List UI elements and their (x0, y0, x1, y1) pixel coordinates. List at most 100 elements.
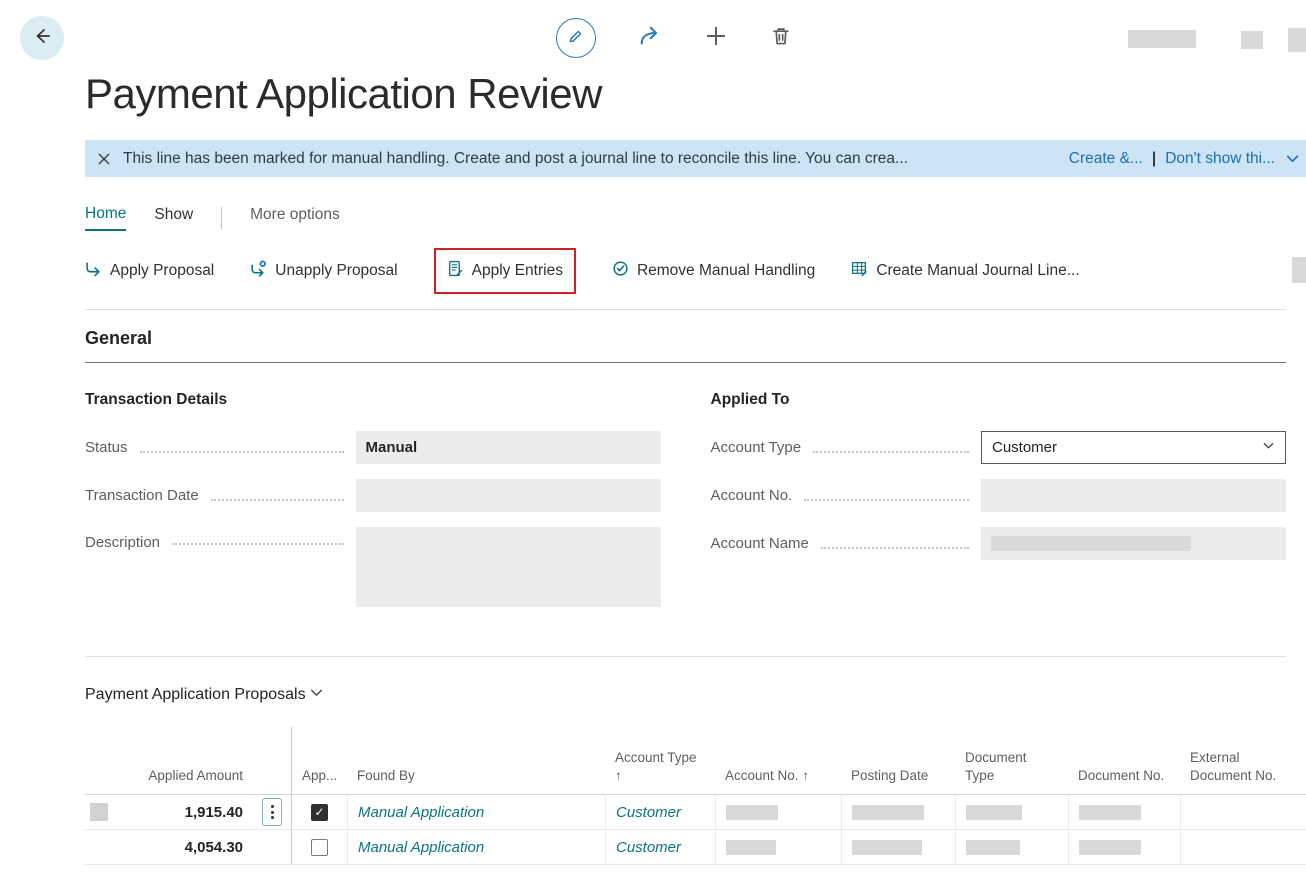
found-by-cell: Manual Application (347, 795, 605, 830)
account-type-link[interactable]: Customer (616, 804, 681, 821)
redacted-block (726, 840, 776, 855)
col-header-select (85, 727, 113, 795)
group-title: Transaction Details (85, 391, 661, 409)
redacted-block (852, 840, 922, 855)
redacted-block (991, 536, 1191, 551)
found-by-cell: Manual Application (347, 830, 605, 865)
transaction-date-field (356, 479, 661, 512)
applied-checkbox-cell (291, 795, 347, 830)
plus-icon (704, 24, 728, 53)
field-label: Status (85, 439, 128, 456)
unapply-proposal-button[interactable]: Unapply Proposal (250, 260, 397, 282)
found-by-link[interactable]: Manual Application (358, 839, 484, 856)
description-field (356, 527, 661, 607)
notification-banner: This line has been marked for manual han… (85, 140, 1306, 177)
dont-show-link[interactable]: Don't show thi... (1165, 150, 1275, 168)
redacted-block (1128, 30, 1196, 48)
col-header-applied[interactable]: App... (291, 727, 347, 795)
group-transaction-details: Transaction Details Status Manual Transa… (85, 391, 661, 622)
arrow-left-icon (32, 26, 52, 51)
create-journal-link[interactable]: Create &... (1069, 150, 1143, 168)
tab-home[interactable]: Home (85, 205, 126, 231)
applied-amount-cell: 1,915.40 (113, 795, 253, 830)
pencil-icon (567, 27, 585, 50)
command-bar (556, 14, 792, 62)
share-button[interactable] (638, 24, 662, 53)
ribbon-tabs: Home Show More options (85, 205, 1306, 231)
external-document-no-cell (1180, 830, 1306, 865)
account-type-link[interactable]: Customer (616, 839, 681, 856)
new-button[interactable] (704, 24, 728, 53)
more-options-button[interactable]: More options (250, 206, 340, 230)
delete-button[interactable] (770, 25, 792, 52)
status-value: Manual (366, 439, 418, 456)
dotted-leader (813, 451, 969, 453)
col-header-document-no[interactable]: Document No. (1068, 727, 1180, 795)
col-header-document-type[interactable]: Document Type (955, 727, 1068, 795)
share-arrow-icon (638, 24, 662, 53)
applied-checkbox[interactable] (311, 804, 328, 821)
redacted-block (852, 805, 924, 820)
col-header-posting-date[interactable]: Posting Date (841, 727, 955, 795)
account-type-value: Customer (992, 439, 1057, 456)
chevron-down-icon[interactable] (1285, 151, 1300, 166)
proposals-part-caption[interactable]: Payment Application Proposals (85, 685, 324, 705)
close-icon[interactable] (97, 152, 111, 166)
field-row-account-name: Account Name (711, 527, 1287, 560)
col-header-menu (253, 727, 291, 795)
account-type-cell: Customer (605, 830, 715, 865)
field-label: Transaction Date (85, 487, 199, 504)
remove-check-icon (612, 260, 629, 282)
chevron-down-icon (309, 685, 324, 705)
col-header-account-no[interactable]: Account No. ↑ (715, 727, 841, 795)
account-type-dropdown[interactable]: Customer (981, 431, 1286, 464)
applied-amount-cell: 4,054.30 (113, 830, 253, 865)
field-row-account-type: Account Type Customer (711, 431, 1287, 464)
col-header-found-by[interactable]: Found By (347, 727, 605, 795)
divider (85, 309, 1286, 310)
notification-message: This line has been marked for manual han… (123, 150, 1055, 168)
tab-divider (221, 207, 222, 229)
redacted-block (1079, 805, 1141, 820)
remove-manual-handling-button[interactable]: Remove Manual Handling (612, 260, 815, 282)
document-type-cell (955, 795, 1068, 830)
posting-date-cell (841, 795, 955, 830)
redacted-block (1241, 31, 1263, 49)
account-no-field (981, 479, 1286, 512)
tab-show[interactable]: Show (154, 206, 193, 230)
account-no-cell (715, 795, 841, 830)
field-row-description: Description (85, 527, 661, 607)
found-by-link[interactable]: Manual Application (358, 804, 484, 821)
dotted-leader (211, 499, 344, 501)
col-header-account-type[interactable]: Account Type ↑ (605, 727, 715, 795)
create-manual-journal-line-button[interactable]: Create Manual Journal Line... (851, 260, 1079, 282)
action-bar: Apply Proposal Unapply Proposal Apply En… (85, 247, 1306, 295)
redacted-block (1079, 840, 1141, 855)
action-label: Unapply Proposal (275, 262, 397, 280)
applied-checkbox-cell (291, 830, 347, 865)
dotted-leader (821, 547, 969, 549)
edit-button[interactable] (556, 18, 596, 58)
redacted-block (1288, 28, 1306, 52)
row-selector-cell[interactable] (85, 830, 113, 865)
row-menu-cell (253, 795, 291, 830)
apply-entries-button[interactable]: Apply Entries (434, 248, 576, 294)
row-selector-cell[interactable] (85, 795, 113, 830)
row-menu-button[interactable] (262, 798, 282, 826)
applied-checkbox[interactable] (311, 839, 328, 856)
unapply-arrow-icon (250, 260, 267, 282)
dotted-leader (804, 499, 969, 501)
back-button[interactable] (20, 16, 64, 60)
row-menu-cell (253, 830, 291, 865)
account-type-cell: Customer (605, 795, 715, 830)
account-no-cell (715, 830, 841, 865)
apply-proposal-button[interactable]: Apply Proposal (85, 260, 214, 282)
page-content: Payment Application Review This line has… (85, 64, 1306, 865)
external-document-no-cell (1180, 795, 1306, 830)
action-label: Apply Entries (472, 262, 563, 280)
action-label: Apply Proposal (110, 262, 214, 280)
document-type-cell (955, 830, 1068, 865)
page-title: Payment Application Review (85, 70, 1306, 118)
col-header-applied-amount[interactable]: Applied Amount (113, 727, 253, 795)
col-header-external-document-no[interactable]: External Document No. (1180, 727, 1306, 795)
